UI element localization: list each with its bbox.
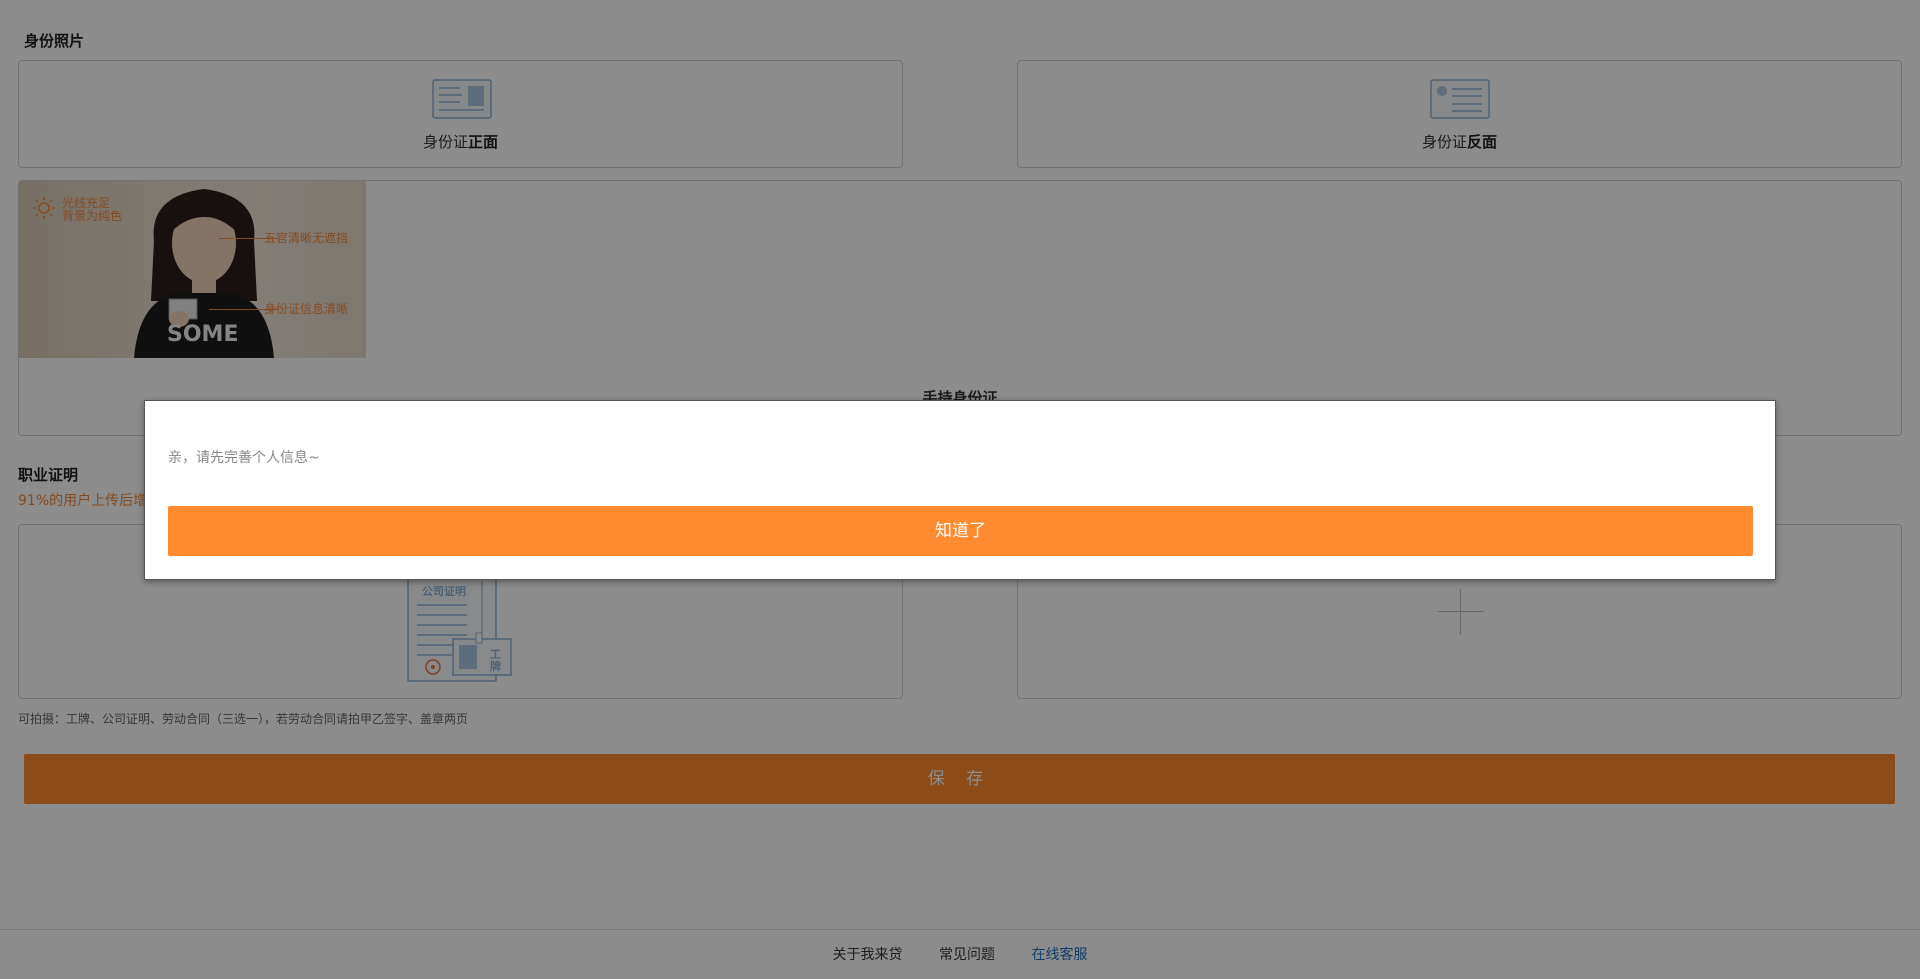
info-modal: 亲，请先完善个人信息~ 知道了 bbox=[144, 400, 1776, 580]
modal-confirm-button[interactable]: 知道了 bbox=[168, 506, 1753, 556]
modal-message: 亲，请先完善个人信息~ bbox=[168, 450, 320, 466]
upload-page: 身份照片 身份证正面 身份证反面 光线充足 背景为纯色 SOME 五官清晰无遮挡… bbox=[0, 0, 1920, 979]
